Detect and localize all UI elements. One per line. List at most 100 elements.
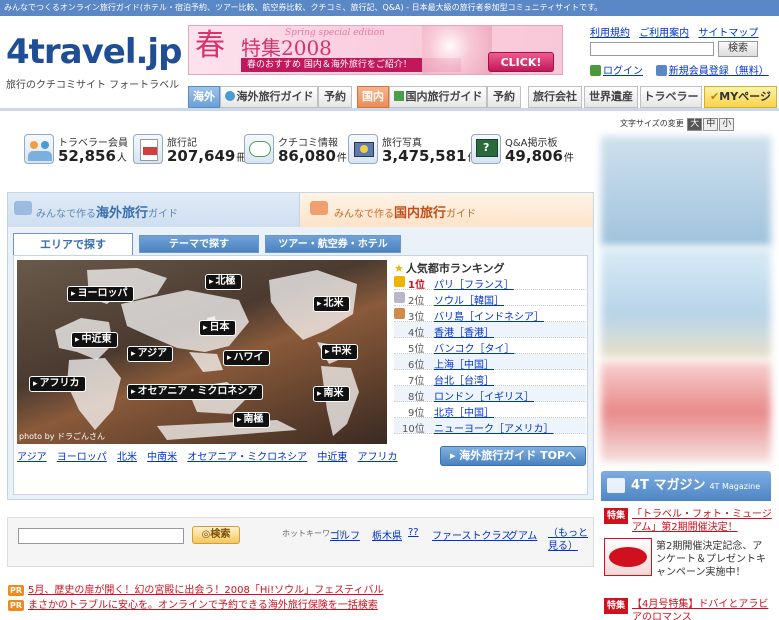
nav-company[interactable]: 旅行会社 [528,86,582,108]
keyword-search-box: ◎検索 ホットキーワード ゴルフ 栃木県 ?? ファーストクラス グアム （もっ… [7,517,594,567]
tab-overseas-guide-label: みんなで作る海外旅行ガイド [36,206,179,221]
banner-click-button[interactable]: CLICK! [488,52,554,72]
promo-line[interactable]: PR まさかのトラブルに安心を。オンラインで予約できる海外旅行保険を一括検索 [8,596,378,611]
cherry-blossom-image [422,26,492,74]
nav-mypage[interactable]: ✔MYページ [704,86,777,108]
ranking-row: 2位 ソウル［韓国］ [394,290,586,307]
promo-line[interactable]: PR 5月、歴史の扉が開く！幻の宮殿に出会う！2008「Hi!ソウル」フェスティバ… [8,581,384,596]
hot-keyword-link[interactable]: ゴルフ [330,527,360,542]
site-logo[interactable]: 4travel.jp 旅行のクチコミサイト フォートラベル [6,32,182,92]
overseas-guide-top-button[interactable]: ▸ 海外旅行ガイド TOPへ [440,446,586,466]
login-row: ログイン 新規会員登録（無料） [590,62,769,77]
stat-reviews[interactable]: クチコミ情報 86,080件 [244,132,348,172]
globe-icon [224,91,235,101]
feature-title-link[interactable]: 【4月号特集】ドバイとアラビアのロマンス [632,598,772,620]
feature-text: 第2期開催決定記念、アンケート＆プレゼントキャンペーン実施中！ [656,541,766,578]
map-region-south-america[interactable]: 南米 [313,386,350,402]
map-region-asia[interactable]: アジア [127,346,174,362]
hot-keyword-link[interactable]: グアム [508,527,537,542]
subtab-tour-air-hotel[interactable]: ツアー・航空券・ホテル [265,235,401,253]
spring-special-banner[interactable]: 春 Spring special edition 特集2008 春のおすすめ 国… [188,25,563,75]
stat-qa[interactable]: ? Q&A掲示板 49,806件 [471,132,581,172]
register-link[interactable]: 新規会員登録（無料） [669,66,769,77]
ranking-city-link[interactable]: ニューヨーク［アメリカ］ [434,420,554,435]
world-map[interactable]: ヨーロッパ 北極 北米 日本 中近東 アジア ハワイ 中米 アフリカ オセアニア… [17,260,387,444]
pr-tag: PR [8,585,25,596]
ad-image [601,362,771,462]
ranking-city-link[interactable]: ソウル［韓国］ [434,292,504,307]
photo-museum-logo [604,538,652,576]
hot-keyword-more-link[interactable]: （もっと見る） [548,527,592,553]
nav-overseas-guide[interactable]: 海外旅行ガイド [220,86,318,108]
site-search-input[interactable] [590,42,714,56]
area-link-africa[interactable]: アフリカ [358,452,398,463]
font-size-large[interactable]: 大 [687,118,703,131]
font-size-medium[interactable]: 中 [703,118,719,131]
nav-label-overseas: 海外 [188,86,220,108]
nav-heritage[interactable]: 世界遺産 [584,86,638,108]
magazine-feature[interactable]: 特集 【4月号特集】ドバイとアラビアのロマンス [604,598,770,620]
map-region-africa[interactable]: アフリカ [29,376,86,392]
area-link-europe[interactable]: ヨーロッパ [57,452,107,463]
ranking-city-link[interactable]: ロンドン［イギリス］ [434,388,534,403]
ranking-row: 8位 ロンドン［イギリス］ [394,386,586,403]
magazine-header: 4T マガジン 4T Magazine [601,471,771,501]
magazine-feature[interactable]: 特集 「トラベル・フォト・ミュージアム」第2期開催決定！ 第2期開催決定記念、ア… [604,508,772,584]
map-region-middle-east[interactable]: 中近東 [71,332,118,348]
map-region-oceania[interactable]: オセアニア・ミクロネシア [127,384,264,400]
font-size-small[interactable]: 小 [719,118,735,131]
map-region-japan[interactable]: 日本 [199,320,236,336]
mypage-icon: ✔ [710,90,720,103]
nav-mypage-label: MYページ [719,90,771,103]
area-link-oceania[interactable]: オセアニア・ミクロネシア [187,452,307,463]
ranking-city-link[interactable]: バリ島［インドネシア］ [434,308,544,323]
map-region-arctic[interactable]: 北極 [205,274,242,290]
hot-keyword-link[interactable]: ファーストクラス [432,527,511,542]
ranking-city-link[interactable]: パリ［フランス］ [434,276,514,291]
guide-link[interactable]: ご利用案内 [639,28,689,39]
feature-title-link[interactable]: 「トラベル・フォト・ミュージアム」第2期開催決定！ [632,508,772,534]
area-link-middle-east[interactable]: 中近東 [317,452,347,463]
keyword-search-button[interactable]: ◎検索 [192,526,240,544]
nav-overseas-reserve[interactable]: 予約 [318,86,352,108]
login-link[interactable]: ログイン [603,66,643,77]
ranking-city-link[interactable]: 上海［中国］ [434,356,494,371]
stat-travelogues[interactable]: 旅行記 207,649冊 [133,132,247,172]
area-link-latin-america[interactable]: 中南米 [147,452,177,463]
nav-divider [0,108,779,111]
hot-keyword-link[interactable]: ?? [408,527,419,538]
nav-traveler[interactable]: トラベラー [640,86,702,108]
tab-overseas-guide[interactable]: みんなで作る海外旅行ガイド [8,193,300,227]
map-region-north-america[interactable]: 北米 [313,296,350,312]
subtab-area[interactable]: エリアで探す [13,233,133,255]
silver-crown-icon [394,292,405,303]
nav-domestic-reserve[interactable]: 予約 [487,86,521,108]
hot-keyword-link[interactable]: 栃木県 [372,527,402,542]
utility-links: 利用規約 ご利用案内 サイトマップ [590,24,776,39]
ranking-city-link[interactable]: 香港［香港］ [434,324,494,339]
stat-value: 207,649冊 [167,147,247,165]
area-link-asia[interactable]: アジア [17,452,47,463]
area-link-north-america[interactable]: 北米 [117,452,137,463]
ranking-city-link[interactable]: 台北［台湾］ [434,372,494,387]
review-icon [244,134,274,164]
travel-guide-panel: みんなで作る海外旅行ガイド みんなで作る国内旅行ガイド エリアで探す テーマで探… [7,192,594,500]
tab-domestic-guide[interactable]: みんなで作る国内旅行ガイド [300,193,593,227]
pr-tag: PR [8,600,25,611]
nav-domestic-guide[interactable]: 国内旅行ガイド [389,86,487,108]
ranking-city-link[interactable]: バンコク［タイ］ [434,340,515,355]
subtab-theme[interactable]: テーマで探す [139,235,259,253]
terms-link[interactable]: 利用規約 [590,28,630,39]
stat-photos[interactable]: 旅行写真 3,475,581件 [348,132,477,172]
ranking-city-link[interactable]: 北京［中国］ [434,404,494,419]
stat-members[interactable]: トラベラー会員 52,856人 [24,132,134,172]
sitemap-link[interactable]: サイトマップ [698,28,758,39]
map-region-hawaii[interactable]: ハワイ [223,350,270,366]
map-region-europe[interactable]: ヨーロッパ [67,286,134,302]
site-search-button[interactable]: 検索 [718,41,758,57]
arrow-icon: ▸ [449,449,460,462]
map-region-central-america[interactable]: 中米 [321,344,358,360]
map-region-antarctica[interactable]: 南極 [233,412,270,428]
tab-domestic-guide-label: みんなで作る国内旅行ガイド [334,206,477,221]
keyword-search-input[interactable] [18,528,184,544]
